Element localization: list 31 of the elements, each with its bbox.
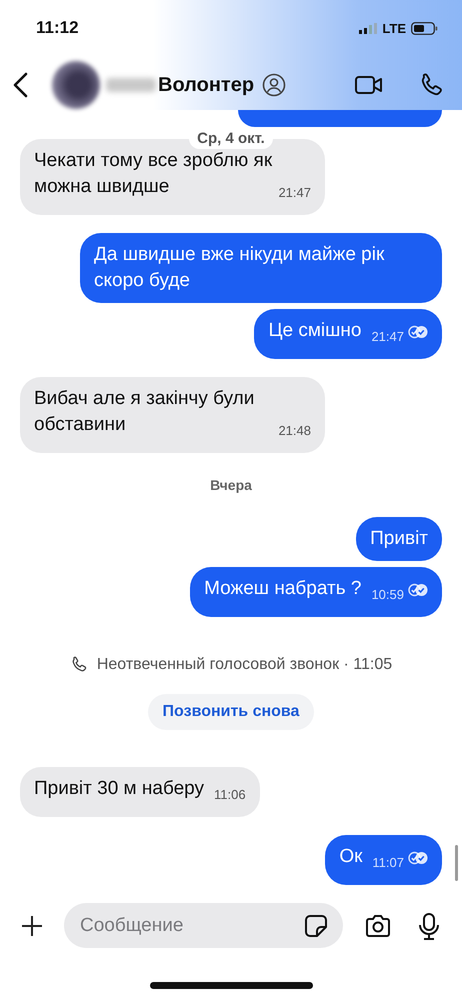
phone-icon [70, 655, 89, 674]
message-text: Можеш набрать ? [204, 578, 362, 599]
message-text: Да швидше вже нікуди майже рік скоро буде [94, 244, 384, 291]
message-time: 21:47 [278, 184, 311, 202]
add-icon[interactable] [20, 914, 44, 938]
message-text: Чекати тому все зроблю як можна швидше [34, 150, 272, 197]
clock-time: 11:12 [36, 18, 79, 38]
contact-name[interactable]: Волонтер [158, 74, 254, 96]
missed-call-text: Неотвеченный голосовой звонок · 11:05 [96, 656, 392, 674]
battery-icon [411, 22, 438, 34]
message-text: Ок [339, 846, 362, 867]
network-type: LTE [382, 20, 406, 36]
message-text: Вибач але я закінчу були обставини [34, 388, 254, 435]
profile-icon[interactable] [262, 73, 286, 97]
message-text: Це смішно [268, 320, 362, 341]
message-time: 11:06 [214, 786, 246, 804]
signal-icon [359, 22, 378, 34]
message-time: 11:07 [372, 854, 404, 872]
call-back-button[interactable]: Позвонить снова [148, 694, 314, 730]
sticker-icon[interactable] [303, 912, 329, 938]
message-text: Привіт [370, 528, 428, 549]
message-time: 21:47 [371, 328, 404, 346]
microphone-icon[interactable] [417, 912, 441, 940]
scroll-indicator [455, 845, 458, 881]
day-label: Вчера [210, 477, 252, 493]
message-time: 21:48 [278, 422, 311, 440]
message-time: 10:59 [371, 586, 404, 604]
message-text: Привіт 30 м наберу [34, 778, 204, 799]
message-input-field[interactable]: Сообщение [64, 903, 343, 948]
avatar[interactable] [52, 61, 100, 109]
blurred-name [106, 78, 156, 92]
